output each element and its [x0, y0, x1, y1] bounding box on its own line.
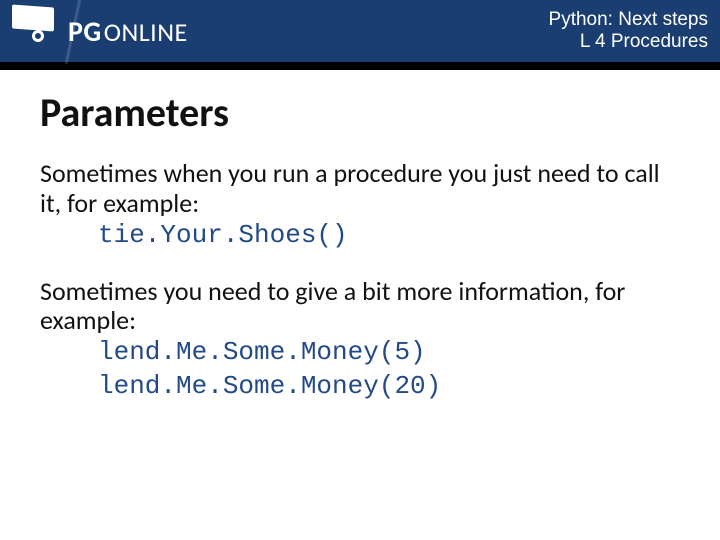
brand-text: PG ONLINE [68, 14, 188, 49]
breadcrumb-line-2: L 4 Procedures [549, 31, 708, 53]
block-2: Sometimes you need to give a bit more in… [40, 277, 680, 404]
header-divider [0, 62, 720, 70]
code-example-2b: lend.Me.Some.Money(20) [40, 370, 680, 404]
brand-online: ONLINE [104, 16, 188, 48]
paragraph-1: Sometimes when you run a procedure you j… [40, 159, 680, 219]
laptop-icon [2, 0, 58, 62]
breadcrumb-line-1: Python: Next steps [549, 9, 708, 31]
code-example-2a: lend.Me.Some.Money(5) [40, 336, 680, 370]
code-example-1: tie.Your.Shoes() [40, 219, 680, 253]
brand-logo: PG ONLINE [0, 0, 188, 62]
slide-header: PG ONLINE Python: Next steps L 4 Procedu… [0, 0, 720, 62]
block-1: Sometimes when you run a procedure you j… [40, 159, 680, 253]
paragraph-2: Sometimes you need to give a bit more in… [40, 277, 680, 337]
breadcrumb: Python: Next steps L 4 Procedures [549, 9, 708, 53]
slide-content: Parameters Sometimes when you run a proc… [0, 70, 720, 404]
page-title: Parameters [40, 88, 680, 137]
